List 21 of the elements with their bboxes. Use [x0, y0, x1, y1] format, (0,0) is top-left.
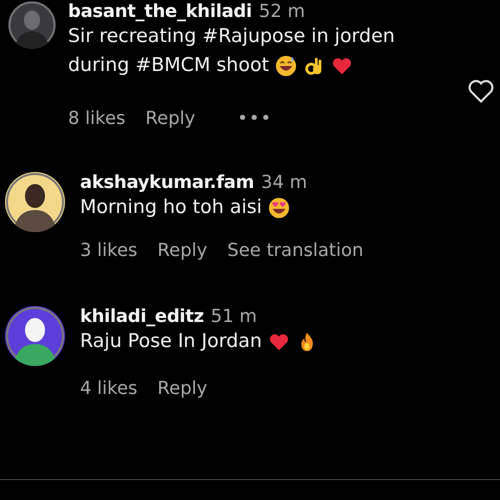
comment-text: Morning ho toh aisi — [80, 195, 262, 220]
reply-link[interactable]: Reply — [157, 378, 208, 399]
comment-text: Sir recreating #Rajupose in jorden — [68, 24, 395, 49]
likes-count: 3 likes — [80, 240, 138, 261]
grinning-face-icon — [275, 54, 298, 76]
heart-eyes-icon — [268, 196, 290, 218]
reply-link[interactable]: Reply — [145, 108, 196, 129]
likes-count: 4 likes — [80, 378, 138, 399]
username[interactable]: khiladi_editz — [80, 306, 204, 327]
comment-text: Raju Pose In Jordan — [80, 329, 262, 354]
like-icon[interactable] — [467, 78, 495, 104]
comment-text: during #BMCM shoot — [68, 53, 270, 78]
likes-count: 8 likes — [68, 108, 126, 129]
comment-time: 34 m — [261, 172, 308, 193]
reply-link[interactable]: Reply — [157, 240, 208, 261]
more-icon[interactable]: ••• — [237, 108, 272, 129]
translation-link[interactable]: See translation — [227, 240, 364, 261]
username[interactable]: akshaykumar.fam — [80, 172, 254, 193]
comment-time: 52 m — [258, 1, 306, 22]
comment-time: 51 m — [210, 306, 257, 327]
username[interactable]: basant_the_khiladi — [68, 1, 252, 22]
